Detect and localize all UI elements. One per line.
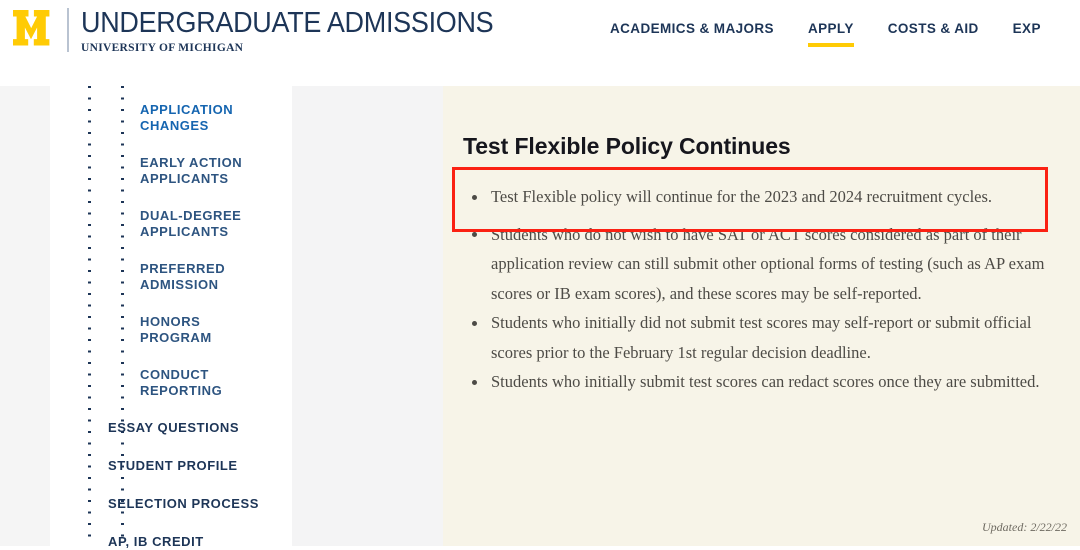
- brand-divider: [67, 8, 69, 52]
- policy-bullet-item: Students who initially submit test score…: [463, 367, 1073, 397]
- block-m-logo-icon: [12, 8, 56, 48]
- sidebar-item-application-changes[interactable]: APPLICATION CHANGES: [140, 102, 233, 133]
- brand-text-block: UNDERGRADUATE ADMISSIONS UNIVERSITY OF M…: [81, 8, 524, 55]
- sidebar-item-label: ESSAY QUESTIONS: [108, 420, 240, 435]
- brand-subtitle: UNIVERSITY OF MICHIGAN: [81, 42, 244, 54]
- sidebar-item-label: HONORS PROGRAM: [140, 314, 212, 345]
- nav-item-apply[interactable]: APPLY: [807, 20, 854, 47]
- left-gutter-strip: [0, 86, 50, 546]
- sidebar-dotted-rail-outer: [88, 86, 91, 546]
- sidebar-gutter-panel: [292, 86, 443, 546]
- nav-item-label: EXP: [1012, 21, 1041, 36]
- updated-timestamp: Updated: 2/22/22: [982, 520, 1067, 534]
- nav-item-label: ACADEMICS & MAJORS: [610, 21, 774, 36]
- sidebar-item-dual-degree-applicants[interactable]: DUAL-DEGREE APPLICANTS: [140, 208, 241, 239]
- sidebar-item-honors-program[interactable]: HONORS PROGRAM: [140, 314, 212, 345]
- active-nav-underline: [807, 43, 854, 47]
- sidebar-item-early-action-applicants[interactable]: EARLY ACTION APPLICANTS: [140, 155, 242, 186]
- sidebar-item-conduct-reporting[interactable]: CONDUCT REPORTING: [140, 367, 222, 398]
- sidebar-item-preferred-admission[interactable]: PREFERRED ADMISSION: [140, 261, 225, 292]
- nav-item-label: COSTS & AID: [887, 21, 979, 36]
- sidebar-item-label: SELECTION PROCESS: [108, 496, 259, 511]
- sidebar-dotted-rail-inner: [121, 86, 124, 546]
- site-header: UNDERGRADUATE ADMISSIONS UNIVERSITY OF M…: [0, 0, 1080, 86]
- page-title: Test Flexible Policy Continues: [463, 133, 791, 160]
- page-root: UNDERGRADUATE ADMISSIONS UNIVERSITY OF M…: [0, 0, 1080, 549]
- sidebar-item-ap-ib-credit[interactable]: AP, IB CREDIT: [108, 534, 204, 550]
- sidebar-item-label: DUAL-DEGREE APPLICANTS: [140, 208, 242, 239]
- section-sidebar: APPLICATION CHANGES EARLY ACTION APPLICA…: [50, 86, 292, 549]
- sidebar-item-label: EARLY ACTION APPLICANTS: [140, 155, 243, 186]
- brand-title: UNDERGRADUATE ADMISSIONS: [81, 7, 494, 39]
- sidebar-item-label: STUDENT PROFILE: [108, 458, 238, 473]
- nav-item-costs-aid[interactable]: COSTS & AID: [888, 20, 979, 47]
- policy-bullet-item: Students who do not wish to have SAT or …: [463, 220, 1073, 309]
- policy-bullet-item: Test Flexible policy will continue for t…: [463, 173, 1073, 220]
- sidebar-item-label: APPLICATION CHANGES: [140, 102, 234, 133]
- sidebar-item-essay-questions[interactable]: ESSAY QUESTIONS: [108, 420, 239, 436]
- policy-bullet-list: Test Flexible policy will continue for t…: [463, 173, 1073, 397]
- brand-lockup[interactable]: UNDERGRADUATE ADMISSIONS UNIVERSITY OF M…: [12, 8, 524, 55]
- main-navigation: ACADEMICS & MAJORS APPLY COSTS & AID EXP: [610, 20, 1041, 47]
- sidebar-item-label: PREFERRED ADMISSION: [140, 261, 226, 292]
- sidebar-item-student-profile[interactable]: STUDENT PROFILE: [108, 458, 238, 474]
- sidebar-item-label: AP, IB CREDIT: [108, 534, 204, 549]
- test-policy-card: Test Flexible Policy Continues Test Flex…: [443, 86, 1080, 546]
- nav-item-experience[interactable]: EXP: [1013, 20, 1041, 47]
- nav-item-label: APPLY: [807, 21, 854, 36]
- sidebar-item-label: CONDUCT REPORTING: [140, 367, 223, 398]
- sidebar-item-selection-process[interactable]: SELECTION PROCESS: [108, 496, 259, 512]
- nav-item-academics-majors[interactable]: ACADEMICS & MAJORS: [610, 20, 774, 47]
- policy-bullet-item: Students who initially did not submit te…: [463, 308, 1073, 367]
